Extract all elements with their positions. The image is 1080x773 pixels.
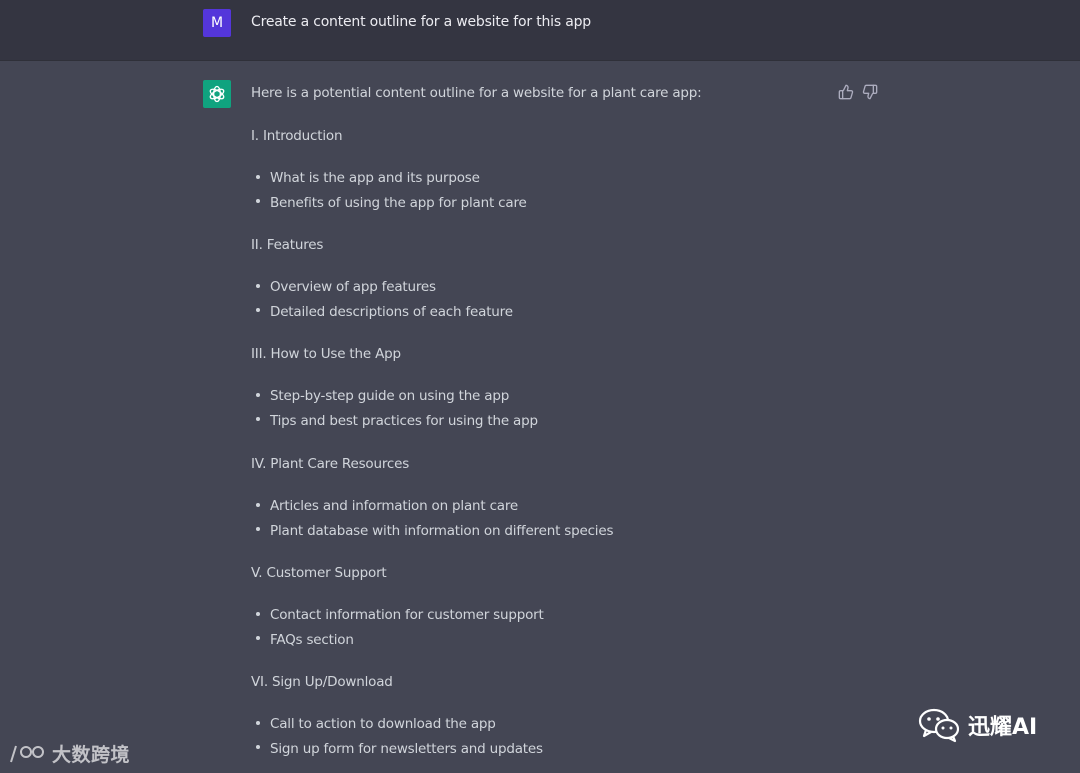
bullet-item: Plant database with information on diffe… xyxy=(270,523,614,539)
user-prompt-text: Create a content outline for a website f… xyxy=(251,14,591,30)
user-message-row: M Create a content outline for a website… xyxy=(0,0,1080,61)
bullet-item: FAQs section xyxy=(270,632,354,648)
bullet-dot xyxy=(256,175,260,179)
bullet-item: Articles and information on plant care xyxy=(270,498,519,514)
section-heading: VI. Sign Up/Download xyxy=(251,674,393,690)
thumbs-down-icon xyxy=(862,84,878,100)
section-heading: IV. Plant Care Resources xyxy=(251,456,410,472)
section-heading: I. Introduction xyxy=(251,128,343,144)
bullet-item: Benefits of using the app for plant care xyxy=(270,195,527,211)
bullet-dot xyxy=(256,612,260,616)
watermark-left-text: 大数跨境 xyxy=(52,743,131,766)
section-heading: III. How to Use the App xyxy=(251,346,401,362)
bullet-dot xyxy=(256,745,260,749)
bullet-item: Call to action to download the app xyxy=(270,716,496,732)
section-heading: II. Features xyxy=(251,237,324,253)
response-intro: Here is a potential content outline for … xyxy=(251,85,702,101)
section-heading: V. Customer Support xyxy=(251,565,387,581)
bullet-dot xyxy=(256,393,260,397)
bullet-item: What is the app and its purpose xyxy=(270,170,480,186)
watermark-right-text: 迅耀AI xyxy=(968,715,1038,740)
thumbs-down-button[interactable] xyxy=(862,84,878,100)
user-avatar: M xyxy=(203,9,231,37)
bullet-dot xyxy=(256,527,260,531)
bullet-item: Tips and best practices for using the ap… xyxy=(270,413,538,429)
wechat-icon xyxy=(918,708,960,743)
assistant-avatar xyxy=(203,80,231,108)
bullet-dot xyxy=(256,417,260,421)
bullet-dot xyxy=(256,503,260,507)
user-avatar-letter: M xyxy=(210,15,224,31)
brand-logo-icon xyxy=(10,745,44,763)
thumbs-up-icon xyxy=(838,84,854,100)
bullet-item: Step-by-step guide on using the app xyxy=(270,388,510,404)
bullet-dot xyxy=(256,636,260,640)
bullet-dot xyxy=(256,199,260,203)
bullet-item: Contact information for customer support xyxy=(270,607,544,623)
openai-logo-icon xyxy=(209,85,225,103)
bullet-item: Overview of app features xyxy=(270,279,436,295)
bullet-dot xyxy=(256,284,260,288)
bullet-dot xyxy=(256,721,260,725)
bullet-item: Detailed descriptions of each feature xyxy=(270,304,513,320)
bullet-item: Sign up form for newsletters and updates xyxy=(270,741,543,757)
watermark-right: 迅耀AI xyxy=(918,705,1037,745)
watermark-left: 大数跨境 xyxy=(8,739,130,767)
bullet-dot xyxy=(256,308,260,312)
thumbs-up-button[interactable] xyxy=(838,84,854,100)
